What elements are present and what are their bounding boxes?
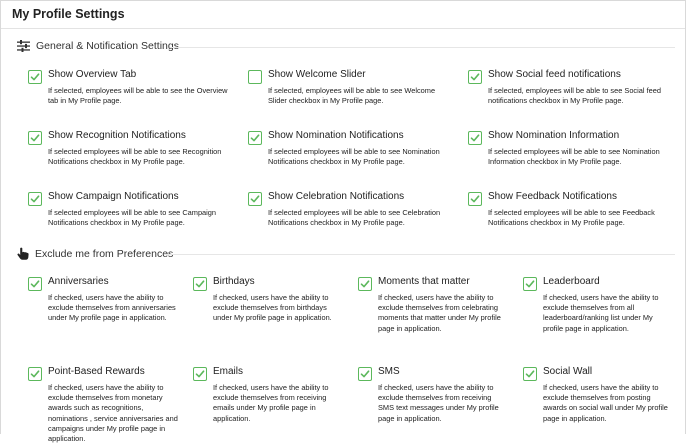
birthdays-checkbox[interactable] — [193, 277, 207, 291]
leaderboard-checkbox[interactable] — [523, 277, 537, 291]
setting-label: Show Nomination Notifications — [268, 130, 404, 141]
checkmark-icon — [30, 73, 40, 81]
page-title: My Profile Settings — [12, 7, 125, 21]
setting-description: If selected employees will be able to se… — [268, 147, 440, 167]
sliders-icon — [17, 40, 30, 52]
setting-description: If selected employees will be able to se… — [48, 147, 222, 167]
general-section-header: General & Notification Settings — [17, 40, 677, 52]
setting-label: Social Wall — [543, 366, 593, 377]
moments-checkbox[interactable] — [358, 277, 372, 291]
setting-description: If checked, users have the ability to ex… — [378, 383, 499, 423]
setting-label: Leaderboard — [543, 276, 600, 287]
checkmark-icon — [525, 280, 535, 288]
checkmark-icon — [30, 134, 40, 142]
setting-description: If selected employees will be able to se… — [488, 208, 655, 228]
checkmark-icon — [470, 73, 480, 81]
setting-label: Show Feedback Notifications — [488, 191, 617, 202]
setting-label: Show Social feed notifications — [488, 69, 621, 80]
setting-label: Anniversaries — [48, 276, 109, 287]
setting-label: Show Recognition Notifications — [48, 130, 186, 141]
setting-description: If selected, employees will be able to s… — [268, 86, 436, 106]
setting-label: Show Nomination Information — [488, 130, 620, 141]
setting-description: If selected, employees will be able to s… — [48, 86, 228, 106]
point-based-rewards-checkbox[interactable] — [28, 367, 42, 381]
anniversaries-checkbox[interactable] — [28, 277, 42, 291]
checkmark-icon — [360, 280, 370, 288]
checkmark-icon — [30, 195, 40, 203]
setting-description: If selected employees will be able to se… — [268, 208, 441, 228]
checkmark-icon — [470, 134, 480, 142]
nomination-information-checkbox[interactable] — [468, 131, 482, 145]
setting-description: If checked, users have the ability to ex… — [48, 293, 176, 323]
setting-label: Show Overview Tab — [48, 69, 137, 80]
general-section-title: General & Notification Settings — [36, 40, 179, 52]
setting-label: Point-Based Rewards — [48, 366, 145, 377]
panel-header: My Profile Settings — [1, 1, 685, 29]
setting-description: If selected employees will be able to se… — [488, 147, 660, 167]
welcome-slider-checkbox[interactable] — [248, 70, 262, 84]
feedback-checkbox[interactable] — [468, 192, 482, 206]
sms-checkbox[interactable] — [358, 367, 372, 381]
setting-label: Moments that matter — [378, 276, 470, 287]
setting-label: Show Welcome Slider — [268, 69, 366, 80]
checkmark-icon — [30, 280, 40, 288]
checkmark-icon — [250, 195, 260, 203]
hand-pointer-icon — [17, 247, 29, 260]
setting-description: If checked, users have the ability to ex… — [543, 383, 668, 423]
exclude-section-title: Exclude me from Preferences — [35, 247, 174, 260]
setting-description: If checked, users have the ability to ex… — [378, 293, 501, 333]
setting-label: Show Campaign Notifications — [48, 191, 179, 202]
checkmark-icon — [195, 370, 205, 378]
recognition-checkbox[interactable] — [28, 131, 42, 145]
campaign-checkbox[interactable] — [28, 192, 42, 206]
setting-label: Emails — [213, 366, 244, 377]
checkmark-icon — [525, 370, 535, 378]
checkmark-icon — [470, 195, 480, 203]
checkmark-icon — [195, 280, 205, 288]
setting-label: Show Celebration Notifications — [268, 191, 405, 202]
emails-checkbox[interactable] — [193, 367, 207, 381]
exclude-section-header: Exclude me from Preferences — [17, 247, 677, 260]
setting-description: If selected, employees will be able to s… — [488, 86, 661, 106]
setting-label: SMS — [378, 366, 400, 377]
setting-label: Birthdays — [213, 276, 255, 287]
nomination-notifications-checkbox[interactable] — [248, 131, 262, 145]
setting-description: If selected employees will be able to se… — [48, 208, 217, 228]
setting-description: If checked, users have the ability to ex… — [48, 383, 178, 444]
social-feed-checkbox[interactable] — [468, 70, 482, 84]
checkmark-icon — [360, 370, 370, 378]
checkmark-icon — [250, 134, 260, 142]
checkmark-icon — [30, 370, 40, 378]
social-wall-checkbox[interactable] — [523, 367, 537, 381]
section-divider — [170, 47, 675, 48]
setting-description: If checked, users have the ability to ex… — [213, 293, 332, 323]
section-divider — [164, 254, 675, 255]
setting-description: If checked, users have the ability to ex… — [213, 383, 329, 423]
overview-tab-checkbox[interactable] — [28, 70, 42, 84]
setting-description: If checked, users have the ability to ex… — [543, 293, 659, 333]
celebration-checkbox[interactable] — [248, 192, 262, 206]
